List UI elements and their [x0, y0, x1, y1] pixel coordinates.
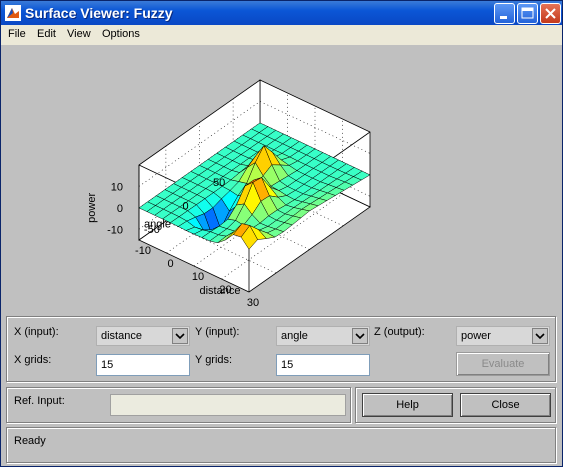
surface-plot[interactable]: 100-10500-50-100102030powerangledistance	[1, 45, 562, 313]
close-icon	[545, 8, 556, 19]
menu-edit[interactable]: Edit	[37, 28, 56, 40]
menu-options[interactable]: Options	[102, 28, 140, 40]
y-tick-label: 50	[213, 177, 225, 189]
minimize-button[interactable]	[494, 3, 515, 24]
x-grids-input[interactable]: 15	[96, 354, 190, 376]
close-window-button[interactable]	[540, 3, 561, 24]
x-tick-label: 0	[167, 258, 173, 270]
x-tick-label: 30	[247, 297, 259, 309]
status-text: Ready	[14, 435, 46, 447]
z-tick-label: 0	[117, 203, 123, 215]
y-grids-label: Y grids:	[195, 354, 233, 366]
x-grids-label: X grids:	[14, 354, 52, 366]
chevron-down-icon[interactable]	[532, 328, 548, 344]
x-tick-label: -10	[135, 245, 151, 257]
inputs-panel: X (input): distance Y (input): angle Z (…	[6, 316, 556, 382]
title-bar[interactable]: Surface Viewer: Fuzzy	[1, 1, 562, 25]
z-tick-label: -10	[107, 224, 123, 236]
close-button[interactable]: Close	[460, 393, 551, 417]
matlab-icon	[5, 5, 21, 21]
minimize-icon	[500, 16, 507, 19]
y-tick-label: 0	[182, 201, 188, 213]
help-button[interactable]: Help	[362, 393, 453, 417]
surface-viewer-window: Surface Viewer: Fuzzy File Edit View Opt…	[0, 0, 563, 467]
menu-bar: File Edit View Options	[1, 25, 562, 45]
x-tick-label: 10	[192, 271, 204, 283]
buttons-panel: Help Close	[355, 387, 556, 423]
chevron-down-icon[interactable]	[172, 328, 188, 344]
maximize-icon	[521, 7, 534, 19]
window-title: Surface Viewer: Fuzzy	[25, 5, 173, 21]
x-input-select[interactable]: distance	[96, 326, 190, 346]
z-output-label: Z (output):	[374, 326, 425, 338]
status-panel: Ready	[6, 427, 556, 463]
x-input-label: X (input):	[14, 326, 59, 338]
chevron-down-icon[interactable]	[352, 328, 368, 344]
z-tick-label: 10	[111, 181, 123, 193]
x-axis-label: distance	[200, 285, 241, 297]
evaluate-button[interactable]: Evaluate	[456, 352, 550, 376]
z-output-select[interactable]: power	[456, 326, 550, 346]
y-axis-label: angle	[144, 219, 171, 231]
y-grids-value: 15	[281, 359, 294, 371]
maximize-button[interactable]	[517, 3, 538, 24]
y-input-label: Y (input):	[195, 326, 240, 338]
y-input-value: angle	[281, 330, 308, 342]
y-grids-input[interactable]: 15	[276, 354, 370, 376]
ref-input-panel: Ref. Input:	[6, 387, 351, 423]
x-grids-value: 15	[101, 359, 114, 371]
ref-input-label: Ref. Input:	[14, 395, 65, 407]
y-input-select[interactable]: angle	[276, 326, 370, 346]
z-axis-label: power	[86, 193, 98, 223]
ref-input-field[interactable]	[110, 394, 346, 416]
menu-view[interactable]: View	[67, 28, 91, 40]
z-output-value: power	[461, 330, 491, 342]
menu-file[interactable]: File	[8, 28, 26, 40]
x-input-value: distance	[101, 330, 142, 342]
